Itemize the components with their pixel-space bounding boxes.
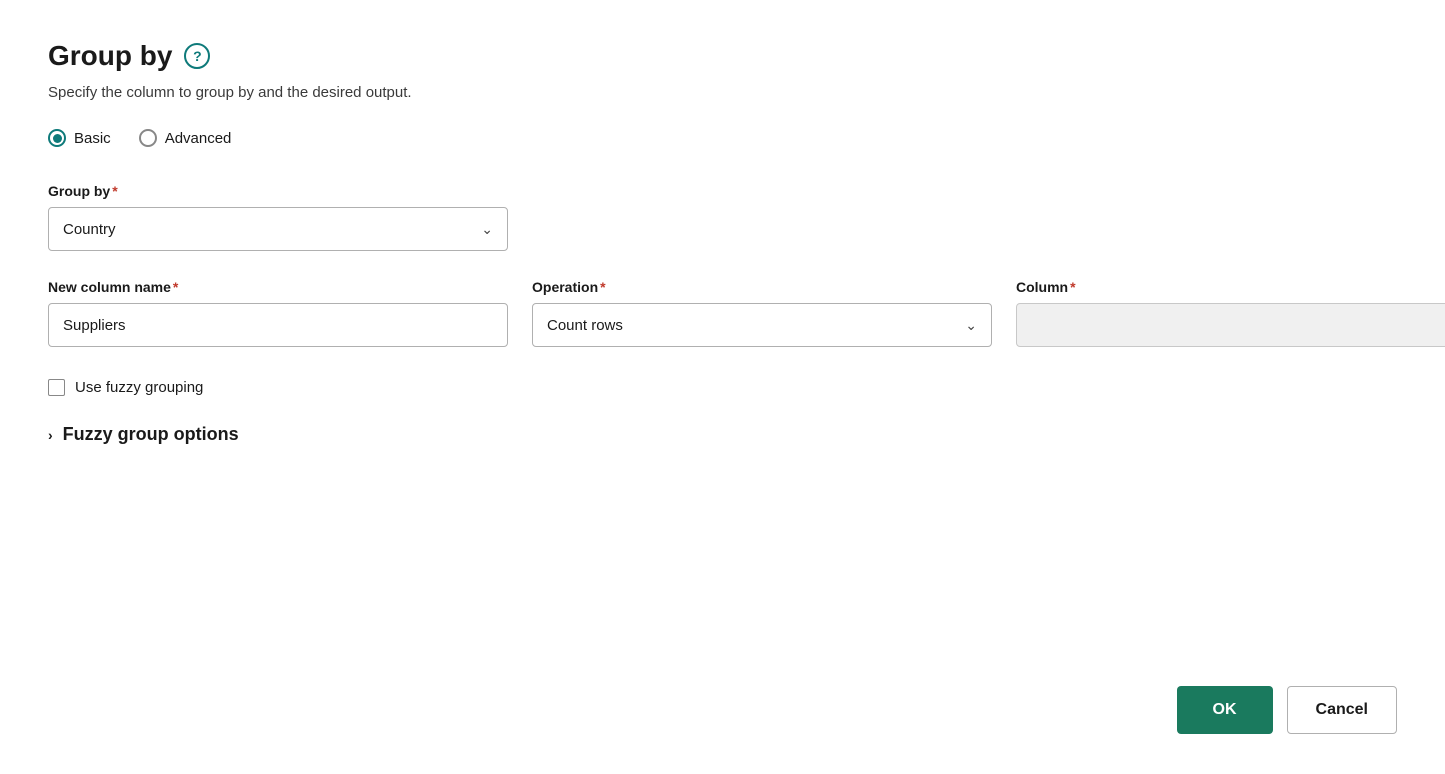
column-field: Column* ⌄ — [1016, 279, 1445, 347]
chevron-down-icon: ⌄ — [481, 221, 493, 238]
operation-label: Operation* — [532, 279, 992, 295]
group-by-value: Country — [63, 221, 116, 238]
new-column-label: New column name* — [48, 279, 508, 295]
operation-chevron-icon: ⌄ — [965, 317, 977, 334]
cancel-button[interactable]: Cancel — [1287, 686, 1397, 734]
dialog-subtitle: Specify the column to group by and the d… — [48, 84, 1397, 101]
fuzzy-grouping-checkbox[interactable] — [48, 379, 65, 396]
group-by-section: Group by* Country ⌄ — [48, 183, 1397, 251]
radio-group: Basic Advanced — [48, 129, 1397, 147]
radio-basic-indicator — [48, 129, 66, 147]
operation-dropdown[interactable]: Count rows ⌄ — [532, 303, 992, 347]
help-icon[interactable]: ? — [184, 43, 210, 69]
operation-value: Count rows — [547, 317, 623, 334]
group-by-dropdown[interactable]: Country ⌄ — [48, 207, 508, 251]
group-by-dialog: Group by ? Specify the column to group b… — [0, 0, 1445, 774]
operation-field: Operation* Count rows ⌄ — [532, 279, 992, 347]
fuzzy-group-options-label: Fuzzy group options — [63, 424, 239, 445]
radio-advanced[interactable]: Advanced — [139, 129, 232, 147]
new-column-input[interactable] — [48, 303, 508, 347]
dialog-title: Group by — [48, 40, 172, 72]
new-column-field: New column name* — [48, 279, 508, 347]
column-label: Column* — [1016, 279, 1445, 295]
chevron-right-icon: › — [48, 427, 53, 443]
ok-button[interactable]: OK — [1177, 686, 1273, 734]
fuzzy-grouping-label: Use fuzzy grouping — [75, 379, 203, 396]
fuzzy-group-options-row[interactable]: › Fuzzy group options — [48, 424, 1397, 445]
radio-advanced-label: Advanced — [165, 130, 232, 147]
group-by-label: Group by* — [48, 183, 1397, 199]
title-row: Group by ? — [48, 40, 1397, 72]
radio-basic-label: Basic — [74, 130, 111, 147]
columns-row: New column name* Operation* Count rows ⌄… — [48, 279, 1397, 347]
column-dropdown[interactable]: ⌄ — [1016, 303, 1445, 347]
radio-advanced-indicator — [139, 129, 157, 147]
footer-buttons: OK Cancel — [1177, 686, 1397, 734]
fuzzy-grouping-row: Use fuzzy grouping — [48, 379, 1397, 396]
radio-basic[interactable]: Basic — [48, 129, 111, 147]
